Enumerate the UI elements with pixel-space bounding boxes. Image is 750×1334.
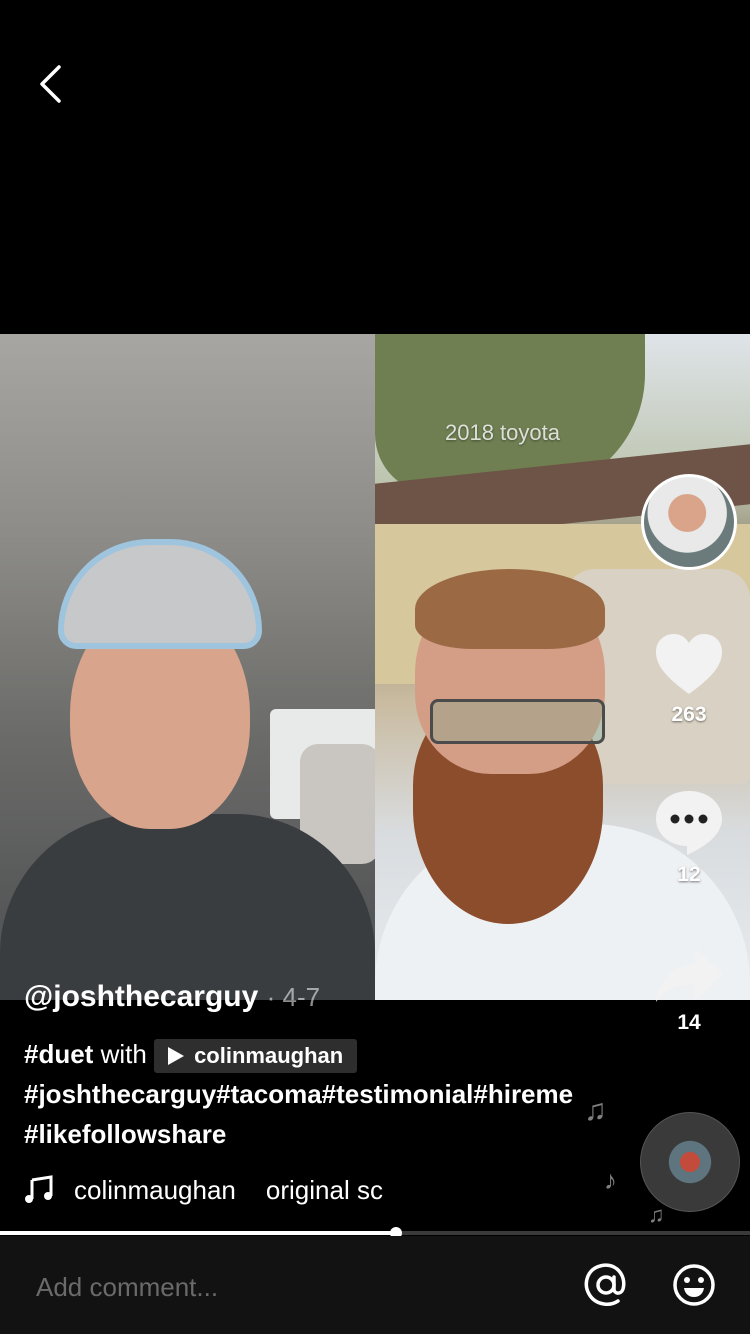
comment-bar bbox=[0, 1236, 750, 1334]
author-handle[interactable]: @joshthecarguy bbox=[24, 980, 258, 1013]
floating-note-icon: ♪ bbox=[604, 1165, 617, 1195]
comment-count: 12 bbox=[677, 863, 701, 886]
like-count: 263 bbox=[671, 703, 707, 726]
duet-hashtag[interactable]: #duet bbox=[24, 1039, 93, 1069]
comment-icon bbox=[656, 791, 722, 855]
at-icon bbox=[584, 1263, 626, 1306]
duet-user-tag[interactable]: colinmaughan bbox=[154, 1039, 358, 1074]
music-note-icon bbox=[25, 1175, 53, 1203]
creator-avatar[interactable] bbox=[641, 474, 737, 570]
emoji-button[interactable] bbox=[669, 1260, 719, 1310]
post-author[interactable]: @joshthecarguy · 4-7 bbox=[24, 980, 320, 1014]
music-disc-icon[interactable] bbox=[640, 1112, 740, 1212]
like-button[interactable]: 263 bbox=[646, 632, 732, 727]
mention-button[interactable] bbox=[581, 1260, 631, 1310]
person-cap bbox=[58, 539, 262, 649]
post-date: · 4-7 bbox=[266, 982, 321, 1012]
heart-icon bbox=[656, 634, 722, 694]
caption-with: with bbox=[100, 1039, 147, 1069]
comment-input[interactable] bbox=[34, 1266, 558, 1308]
post-caption: #duet with colinmaughan #joshthecarguy#t… bbox=[24, 1034, 584, 1154]
comment-button[interactable]: 12 bbox=[646, 788, 732, 887]
person-shirt bbox=[0, 814, 375, 1000]
playback-progress[interactable] bbox=[0, 1227, 750, 1239]
back-icon bbox=[40, 65, 61, 103]
back-button[interactable] bbox=[28, 58, 72, 110]
floating-note-icon: ♫ bbox=[648, 1202, 665, 1227]
share-button[interactable]: 14 bbox=[646, 946, 732, 1035]
music-title: original sc bbox=[265, 1174, 383, 1205]
caption-hashtags[interactable]: #joshthecarguy#tacoma#testimonial#hireme… bbox=[24, 1074, 584, 1154]
duet-username: colinmaughan bbox=[194, 1043, 344, 1069]
person-hair bbox=[415, 569, 605, 649]
floating-note-icon: ♫ bbox=[584, 1094, 607, 1127]
video-overlay-text: 2018 toyota bbox=[445, 420, 560, 445]
music-author: colinmaughan bbox=[74, 1174, 236, 1205]
progress-fill bbox=[0, 1231, 396, 1235]
music-info[interactable]: colinmaughan original sc bbox=[24, 1170, 424, 1210]
person-glasses bbox=[430, 699, 605, 744]
share-count: 14 bbox=[677, 1011, 701, 1034]
duet-video-left bbox=[0, 334, 375, 1000]
share-icon bbox=[656, 948, 723, 1002]
video-player[interactable] bbox=[0, 334, 750, 1000]
play-icon bbox=[168, 1047, 185, 1066]
emoji-icon bbox=[673, 1264, 715, 1306]
